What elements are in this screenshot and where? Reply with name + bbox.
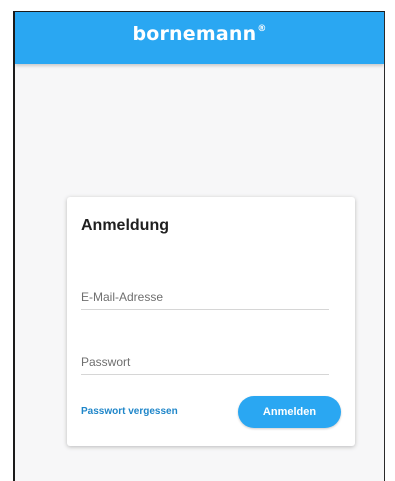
login-button[interactable]: Anmelden [238,396,341,428]
app-viewport: bornemann® Anmeldung Passwort vergessen … [13,11,385,481]
login-title: Anmeldung [81,217,169,234]
screenshot-frame: bornemann® Anmeldung Passwort vergessen … [0,0,395,481]
password-input[interactable] [81,350,329,374]
email-input[interactable] [81,285,329,309]
brand-logo: bornemann® [132,23,266,45]
login-card: Anmeldung Passwort vergessen Anmelden [67,197,355,446]
email-field [81,285,329,310]
forgot-password-link[interactable]: Passwort vergessen [81,406,178,417]
password-field [81,350,329,375]
brand-name: bornemann [132,23,257,45]
registered-mark: ® [257,23,267,34]
top-app-bar: bornemann® [15,12,384,64]
